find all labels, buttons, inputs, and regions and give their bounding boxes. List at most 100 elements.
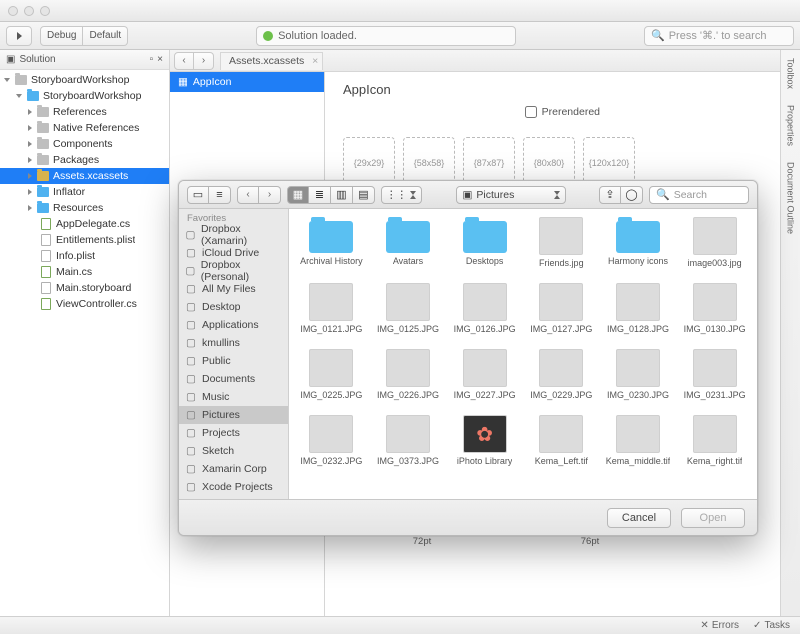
- grid-item[interactable]: Desktops: [448, 217, 521, 279]
- folder-icon: [463, 221, 507, 253]
- grid-item[interactable]: IMG_0127.JPG: [525, 283, 598, 345]
- grid-item[interactable]: IMG_0125.JPG: [372, 283, 445, 345]
- grid-item[interactable]: Kema_Left.tif: [525, 415, 598, 477]
- grid-item[interactable]: IMG_0128.JPG: [602, 283, 675, 345]
- zoom-dot[interactable]: [40, 6, 50, 16]
- open-button[interactable]: Open: [681, 508, 745, 528]
- grid-item-label: Harmony icons: [608, 257, 668, 277]
- grid-item[interactable]: IMG_0130.JPG: [678, 283, 751, 345]
- pad-close-icon[interactable]: ×: [157, 54, 163, 65]
- rail-properties[interactable]: Properties: [784, 103, 798, 148]
- grid-item[interactable]: Avatars: [372, 217, 445, 279]
- tree-item[interactable]: Main.cs: [0, 264, 169, 280]
- location-label: Pictures: [476, 189, 514, 201]
- pad-pin-icon[interactable]: ▫: [150, 54, 154, 65]
- view-columns-button[interactable]: ▥: [331, 186, 353, 204]
- close-dot[interactable]: [8, 6, 18, 16]
- sidebar-item[interactable]: ▢Applications: [179, 316, 288, 334]
- grid-item[interactable]: IMG_0232.JPG: [295, 415, 368, 477]
- tree-item[interactable]: AppDelegate.cs: [0, 216, 169, 232]
- tab-close-icon[interactable]: ×: [312, 55, 318, 67]
- global-search[interactable]: 🔍 Press '⌘.' to search: [644, 26, 794, 46]
- grid-item[interactable]: IMG_0230.JPG: [602, 349, 675, 411]
- run-button[interactable]: [6, 26, 32, 46]
- config-selector[interactable]: Debug: [40, 26, 83, 46]
- nav-forward-button[interactable]: ›: [194, 52, 214, 70]
- sidebar-item[interactable]: ▢Documents: [179, 370, 288, 388]
- solution-tree[interactable]: StoryboardWorkshopStoryboardWorkshopRefe…: [0, 70, 169, 314]
- view-icons-button[interactable]: ▦: [287, 186, 309, 204]
- grid-item[interactable]: Kema_right.tif: [678, 415, 751, 477]
- grid-item[interactable]: Friends.jpg: [525, 217, 598, 279]
- sidebar-item-icon: ▢: [185, 427, 197, 439]
- tags-button[interactable]: ◯: [621, 186, 643, 204]
- sidebar-show-button[interactable]: ▭: [187, 186, 209, 204]
- sidebar-item[interactable]: ▢Sketch: [179, 442, 288, 460]
- tree-item[interactable]: Inflator: [0, 184, 169, 200]
- grid-item[interactable]: IMG_0227.JPG: [448, 349, 521, 411]
- nav-back-button[interactable]: ‹: [174, 52, 194, 70]
- status-ok-icon: [263, 31, 273, 41]
- finder-forward-button[interactable]: ›: [259, 186, 281, 204]
- rail-doc-outline[interactable]: Document Outline: [784, 160, 798, 236]
- prerendered-checkbox[interactable]: [525, 106, 537, 118]
- tab-assets[interactable]: Assets.xcassets ×: [220, 52, 323, 70]
- grid-item-label: Desktops: [466, 257, 504, 277]
- sidebar-item[interactable]: ▢Desktop: [179, 298, 288, 316]
- grid-item[interactable]: IMG_0126.JPG: [448, 283, 521, 345]
- grid-item[interactable]: iPhoto Library: [448, 415, 521, 477]
- grid-item[interactable]: IMG_0373.JPG: [372, 415, 445, 477]
- tree-label: StoryboardWorkshop: [31, 74, 129, 86]
- tree-item[interactable]: Components: [0, 136, 169, 152]
- tree-item[interactable]: Native References: [0, 120, 169, 136]
- minimize-dot[interactable]: [24, 6, 34, 16]
- sidebar-item[interactable]: ▢kmullins: [179, 334, 288, 352]
- grid-item[interactable]: Kema_middle.tif: [602, 415, 675, 477]
- grid-item[interactable]: Archival History: [295, 217, 368, 279]
- sidebar-hide-button[interactable]: ≡: [209, 186, 231, 204]
- tree-item[interactable]: Assets.xcassets: [0, 168, 169, 184]
- tree-item[interactable]: Entitlements.plist: [0, 232, 169, 248]
- grid-item[interactable]: image003.jpg: [678, 217, 751, 279]
- arrange-button[interactable]: ⋮⋮: [381, 186, 422, 204]
- sidebar-item[interactable]: ▢Pictures: [179, 406, 288, 424]
- tree-item[interactable]: ViewController.cs: [0, 296, 169, 312]
- grid-item[interactable]: IMG_0121.JPG: [295, 283, 368, 345]
- share-button[interactable]: ⇪: [599, 186, 621, 204]
- sidebar-item[interactable]: ▢Xcode Projects: [179, 478, 288, 496]
- finder-back-button[interactable]: ‹: [237, 186, 259, 204]
- sidebar-item-icon: ▢: [185, 283, 197, 295]
- finder-sidebar[interactable]: Favorites▢Dropbox (Xamarin)▢iCloud Drive…: [179, 209, 289, 499]
- tree-item[interactable]: Packages: [0, 152, 169, 168]
- finder-grid[interactable]: Archival HistoryAvatars Desktops Friends.j…: [289, 209, 757, 499]
- cancel-button[interactable]: Cancel: [607, 508, 671, 528]
- finder-search[interactable]: 🔍 Search: [649, 186, 749, 204]
- tasks-button[interactable]: ✓Tasks: [753, 620, 790, 631]
- sidebar-item[interactable]: ▢Xamarin Corp: [179, 460, 288, 478]
- location-popup[interactable]: ▣ Pictures: [456, 186, 566, 204]
- sidebar-item[interactable]: ▢Dropbox (Personal): [179, 262, 288, 280]
- grid-item[interactable]: Harmony icons: [602, 217, 675, 279]
- sidebar-item[interactable]: ▢Public: [179, 352, 288, 370]
- tree-item[interactable]: Info.plist: [0, 248, 169, 264]
- sidebar-item-icon: ▢: [185, 445, 197, 457]
- tree-item[interactable]: StoryboardWorkshop: [0, 72, 169, 88]
- grid-item[interactable]: IMG_0226.JPG: [372, 349, 445, 411]
- grid-item[interactable]: IMG_0225.JPG: [295, 349, 368, 411]
- view-gallery-button[interactable]: ▤: [353, 186, 375, 204]
- sidebar-item[interactable]: ▢Music: [179, 388, 288, 406]
- sidebar-item[interactable]: ▢Dropbox (Xamarin): [179, 226, 288, 244]
- tree-item[interactable]: StoryboardWorkshop: [0, 88, 169, 104]
- view-list-button[interactable]: ≣: [309, 186, 331, 204]
- sidebar-item[interactable]: ▢Projects: [179, 424, 288, 442]
- errors-button[interactable]: ✕Errors: [700, 620, 739, 631]
- asset-list-item-appicon[interactable]: ▦ AppIcon: [170, 72, 324, 92]
- grid-item[interactable]: IMG_0229.JPG: [525, 349, 598, 411]
- target-selector[interactable]: Default: [83, 26, 128, 46]
- grid-item[interactable]: IMG_0231.JPG: [678, 349, 751, 411]
- tree-item[interactable]: Resources: [0, 200, 169, 216]
- tree-item[interactable]: Main.storyboard: [0, 280, 169, 296]
- sidebar-item-label: Public: [202, 355, 231, 367]
- tree-item[interactable]: References: [0, 104, 169, 120]
- rail-toolbox[interactable]: Toolbox: [784, 56, 798, 91]
